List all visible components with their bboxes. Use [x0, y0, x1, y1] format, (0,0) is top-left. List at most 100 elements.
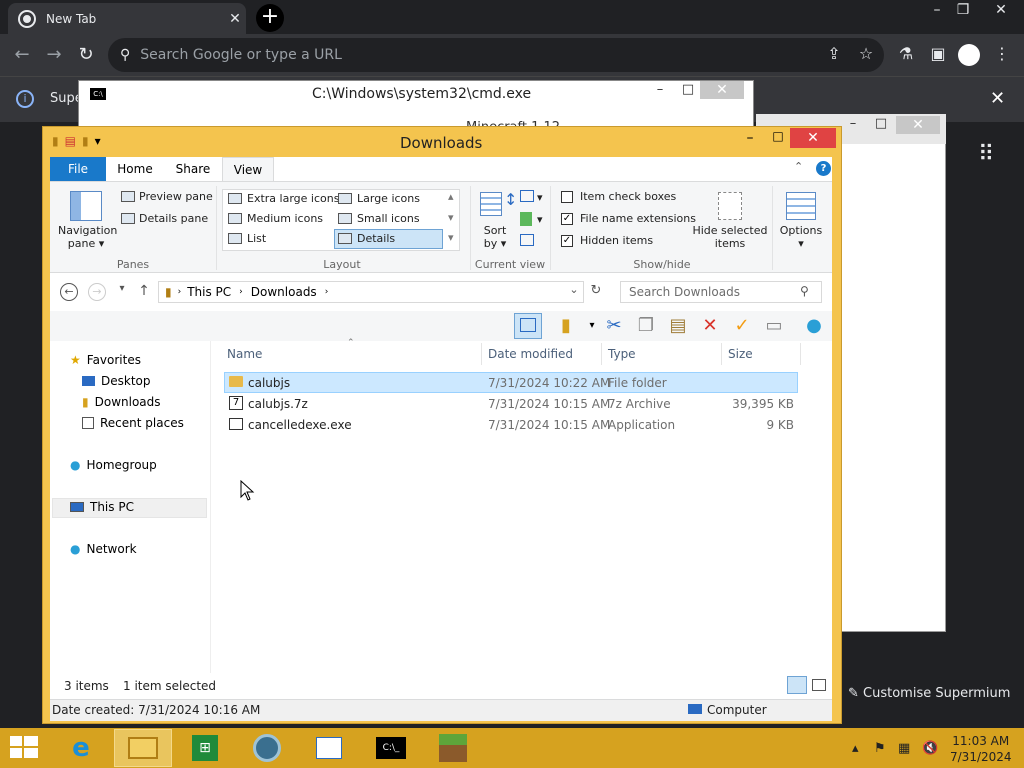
folder-icon[interactable]: ▮	[52, 134, 59, 148]
taskbar-store[interactable]: ⊞	[176, 729, 234, 767]
group-by-dropdown-icon[interactable]: ▾	[537, 191, 543, 204]
taskbar-document[interactable]	[300, 729, 358, 767]
properties-icon[interactable]: ▭	[760, 313, 788, 339]
column-divider[interactable]	[800, 343, 801, 365]
hide-selected-items-button[interactable]: Hide selected items	[692, 224, 768, 250]
browser-restore-icon[interactable]: ❐	[948, 2, 978, 18]
sort-by-button[interactable]: Sort by ▾	[478, 224, 512, 250]
omnibox[interactable]: ⚲ Search Google or type a URL	[108, 38, 884, 72]
nav-network[interactable]: ● Network	[70, 542, 137, 556]
taskbar-internet-explorer[interactable]: e	[52, 729, 110, 767]
column-header-type[interactable]: Type	[608, 347, 636, 361]
globe-icon[interactable]: ●	[800, 313, 828, 339]
layout-scroll-down-icon[interactable]: ▾	[448, 211, 454, 224]
cmd-close-button[interactable]: ✕	[700, 81, 744, 99]
customise-button[interactable]: ✎ Customise Supermium	[848, 686, 1010, 701]
copy-icon[interactable]: ❐	[632, 313, 660, 339]
rename-check-icon[interactable]: ✓	[728, 313, 756, 339]
column-header-date-modified[interactable]: Date modified	[488, 347, 573, 361]
nav-favorites[interactable]: ★ Favorites	[70, 353, 141, 367]
size-columns-icon[interactable]	[520, 234, 534, 246]
explorer-close-button[interactable]: ✕	[790, 128, 836, 148]
column-divider[interactable]	[481, 343, 482, 365]
search-downloads-input[interactable]: Search Downloads	[620, 281, 822, 303]
share-icon[interactable]: ⇪	[822, 44, 846, 63]
nav-downloads[interactable]: ▮ Downloads	[82, 395, 161, 409]
add-columns-dropdown-icon[interactable]: ▾	[537, 213, 543, 226]
cmd-maximize-icon[interactable]: □	[674, 82, 702, 97]
taskbar-file-explorer[interactable]	[114, 729, 172, 767]
explorer-maximize-icon[interactable]: □	[768, 129, 788, 143]
column-header-size[interactable]: Size	[728, 347, 753, 361]
properties-icon[interactable]: ▤	[65, 134, 76, 148]
address-chevron-icon[interactable]: ›	[178, 287, 182, 297]
forward-arrow-icon[interactable]: →	[42, 44, 66, 65]
file-name[interactable]: calubjs.7z	[248, 397, 308, 411]
cmd-minimize-icon[interactable]: –	[646, 82, 674, 97]
browser-close-icon[interactable]: ✕	[986, 2, 1016, 18]
preview-pane-button[interactable]: Preview pane	[139, 190, 213, 203]
address-dropdown-icon[interactable]: ⌄	[564, 283, 584, 296]
layout-large-icons[interactable]: Large icons	[357, 192, 420, 205]
extension-icon[interactable]: ⚗	[894, 44, 918, 63]
forward-button[interactable]: →	[88, 283, 106, 301]
address-chevron-icon[interactable]: ›	[325, 287, 329, 297]
delete-icon[interactable]: ✕	[696, 313, 724, 339]
nav-recent-places[interactable]: Recent places	[82, 416, 184, 430]
group-by-icon[interactable]	[520, 190, 534, 202]
layout-expand-icon[interactable]: ▾	[448, 231, 454, 244]
tab-view[interactable]: View	[222, 157, 274, 181]
navigation-pane-icon[interactable]	[70, 191, 102, 221]
nav-this-pc[interactable]: This PC	[70, 500, 134, 514]
layout-extra-large-icons[interactable]: Extra large icons	[247, 192, 339, 205]
back-button[interactable]: ←	[60, 283, 78, 301]
back-arrow-icon[interactable]: ←	[10, 44, 34, 65]
taskbar-browser[interactable]	[238, 729, 296, 767]
bookmark-star-icon[interactable]: ☆	[854, 44, 878, 63]
file-name[interactable]: calubjs	[248, 376, 290, 390]
layout-medium-icons[interactable]: Medium icons	[247, 212, 323, 225]
action-center-flag-icon[interactable]: ⚑	[874, 741, 886, 756]
new-folder-icon[interactable]: ▮	[82, 134, 89, 148]
minecraft-maximize-icon[interactable]: □	[868, 116, 894, 131]
minecraft-minimize-icon[interactable]: –	[840, 116, 866, 131]
taskbar-minecraft[interactable]	[424, 729, 482, 767]
details-pane-button[interactable]: Details pane	[139, 212, 208, 225]
profile-avatar-icon[interactable]	[958, 44, 980, 66]
minecraft-close-button[interactable]: ✕	[896, 116, 940, 134]
add-columns-icon[interactable]	[520, 212, 532, 226]
refresh-icon[interactable]: ↻	[586, 283, 606, 298]
move-to-icon[interactable]: ▮	[552, 313, 580, 339]
tab-file[interactable]: File	[50, 157, 106, 181]
address-bar[interactable]: ▮ › This PC › Downloads ›	[158, 281, 584, 303]
hidden-items-checkbox[interactable]: ✓	[561, 235, 573, 247]
large-icons-toggle-icon[interactable]	[812, 679, 826, 691]
nav-homegroup[interactable]: ● Homegroup	[70, 458, 157, 472]
help-icon[interactable]: ?	[816, 161, 831, 176]
volume-muted-icon[interactable]: 🔇	[922, 741, 938, 756]
minecraft-window[interactable]	[838, 114, 946, 632]
file-name-extensions-checkbox[interactable]: ✓	[561, 213, 573, 225]
side-panel-icon[interactable]: ▣	[926, 44, 950, 63]
tray-overflow-icon[interactable]: ▴	[852, 741, 859, 756]
layout-small-icons[interactable]: Small icons	[357, 212, 420, 225]
address-chevron-icon[interactable]: ›	[239, 287, 243, 297]
cut-icon[interactable]: ✂	[600, 313, 628, 339]
start-windows-icon[interactable]	[10, 736, 38, 760]
taskbar-clock[interactable]: 11:03 AM 7/31/2024	[950, 733, 1012, 765]
item-check-boxes-checkbox[interactable]	[561, 191, 573, 203]
column-divider[interactable]	[721, 343, 722, 365]
browser-tab[interactable]: New Tab ✕	[8, 3, 246, 34]
breadcrumb-this-pc[interactable]: This PC	[187, 285, 231, 299]
layout-list[interactable]: List	[247, 232, 266, 245]
options-button[interactable]: Options ▾	[776, 224, 826, 250]
tab-close-icon[interactable]: ✕	[224, 11, 246, 27]
up-arrow-icon[interactable]: ↑	[134, 283, 154, 299]
taskbar-cmd[interactable]: C:\_	[362, 729, 420, 767]
menu-kebab-icon[interactable]: ⋮	[990, 44, 1014, 63]
tab-share[interactable]: Share	[166, 157, 220, 181]
file-name[interactable]: cancelledexe.exe	[248, 418, 352, 432]
layout-scroll-up-icon[interactable]: ▴	[448, 190, 454, 203]
infobar-close-icon[interactable]: ✕	[990, 88, 1005, 109]
navigation-pane-button[interactable]: Navigation pane ▾	[58, 224, 117, 250]
